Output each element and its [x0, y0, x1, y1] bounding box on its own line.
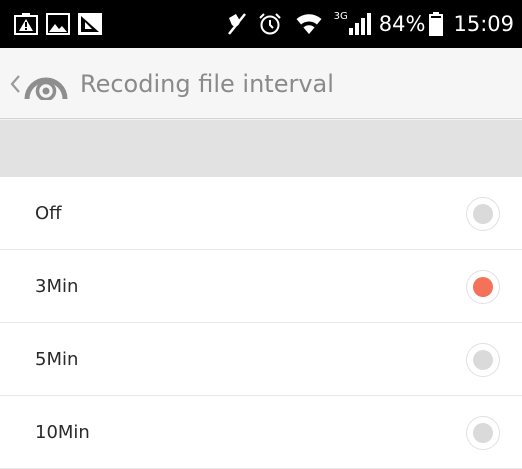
- clock: 15:09: [453, 12, 514, 36]
- status-notifications: [14, 10, 102, 38]
- chevron-left-icon: [10, 75, 20, 93]
- battery-saver-icon: [14, 13, 38, 35]
- network-type: 3G: [333, 10, 348, 22]
- radio-dot: [473, 350, 493, 370]
- option-label: 5Min: [35, 349, 79, 370]
- battery-icon: [429, 12, 444, 36]
- wifi-icon: [296, 14, 322, 34]
- radio-dot: [473, 204, 493, 224]
- mute-icon: [227, 13, 246, 35]
- section-header-band: [0, 120, 522, 177]
- status-system: 3G 84% 15:09: [226, 8, 514, 40]
- interval-options-list: Off 3Min 5Min 10Min: [0, 177, 522, 469]
- radio-button[interactable]: [466, 270, 500, 304]
- option-3min[interactable]: 3Min: [0, 250, 522, 323]
- alarm-icon: [258, 13, 281, 35]
- status-bar: 3G 84% 15:09: [0, 0, 522, 48]
- page-title: Recoding file interval: [80, 70, 334, 98]
- image-notification-icon: [46, 13, 70, 35]
- option-10min[interactable]: 10Min: [0, 396, 522, 469]
- signal-icon: [348, 13, 371, 35]
- back-button[interactable]: [8, 68, 68, 100]
- radio-button[interactable]: [466, 343, 500, 377]
- option-label: 3Min: [35, 276, 79, 297]
- action-bar: Recoding file interval: [0, 48, 522, 119]
- camera-lens-icon: [24, 77, 68, 100]
- option-off[interactable]: Off: [0, 177, 522, 250]
- radio-button[interactable]: [466, 197, 500, 231]
- option-5min[interactable]: 5Min: [0, 323, 522, 396]
- radio-dot: [473, 277, 493, 297]
- radio-button[interactable]: [466, 416, 500, 450]
- option-label: 10Min: [35, 422, 90, 443]
- app-notification-icon: [78, 13, 102, 35]
- battery-percent: 84%: [378, 12, 426, 36]
- radio-dot: [473, 423, 493, 443]
- option-label: Off: [35, 203, 62, 224]
